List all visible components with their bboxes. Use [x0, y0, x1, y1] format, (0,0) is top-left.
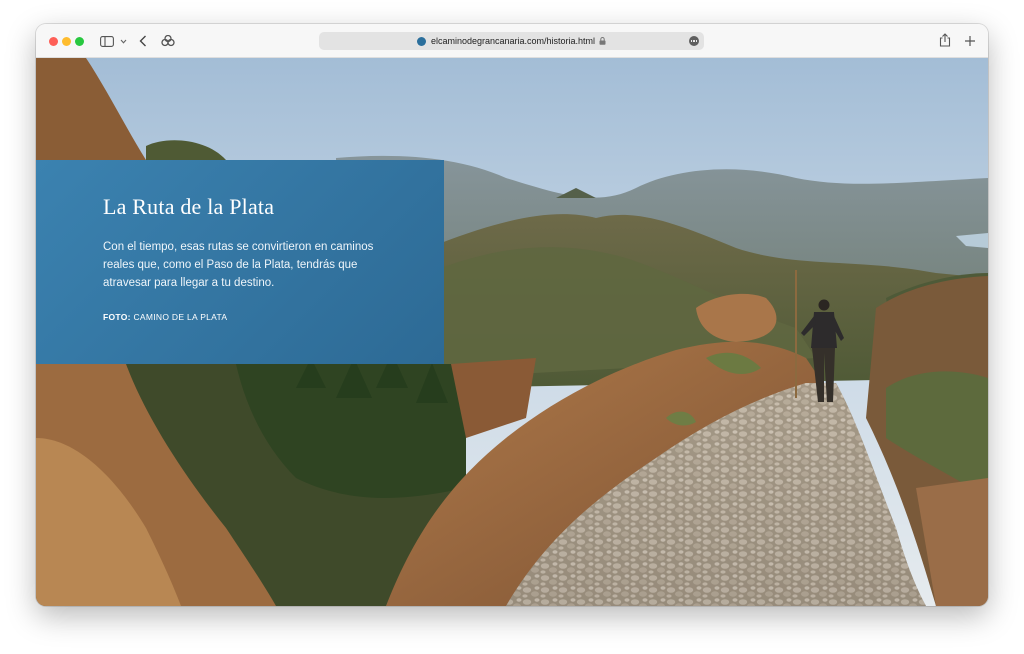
- lock-icon: [599, 37, 606, 45]
- history-info-card: La Ruta de la Plata Con el tiempo, esas …: [36, 160, 444, 364]
- minimize-window-button[interactable]: [62, 37, 71, 46]
- extension-icon[interactable]: [160, 34, 176, 48]
- card-title: La Ruta de la Plata: [103, 194, 275, 219]
- card-description: Con el tiempo, esas rutas se convirtiero…: [103, 241, 374, 289]
- share-icon[interactable]: [938, 33, 952, 47]
- close-window-button[interactable]: [49, 37, 58, 46]
- browser-window: elcaminodegrancanaria.com/historia.html: [36, 24, 988, 606]
- plus-icon[interactable]: [963, 34, 977, 48]
- sidebar-icon[interactable]: [100, 34, 114, 48]
- address-bar[interactable]: elcaminodegrancanaria.com/historia.html: [319, 32, 704, 50]
- more-icon[interactable]: [689, 36, 699, 46]
- photo-credit: FOTO: CAMINO DE LA PLATA: [103, 312, 404, 322]
- site-favicon-icon: [416, 36, 426, 46]
- back-icon[interactable]: [138, 34, 148, 48]
- browser-toolbar: elcaminodegrancanaria.com/historia.html: [36, 24, 988, 58]
- chevron-down-icon[interactable]: [119, 34, 127, 48]
- url-text: elcaminodegrancanaria.com/historia.html: [430, 36, 596, 46]
- page-content: La Ruta de la Plata Con el tiempo, esas …: [36, 58, 988, 606]
- zoom-window-button[interactable]: [75, 37, 84, 46]
- photo-credit-text: CAMINO DE LA PLATA: [133, 312, 228, 322]
- photo-credit-label: FOTO:: [103, 312, 131, 322]
